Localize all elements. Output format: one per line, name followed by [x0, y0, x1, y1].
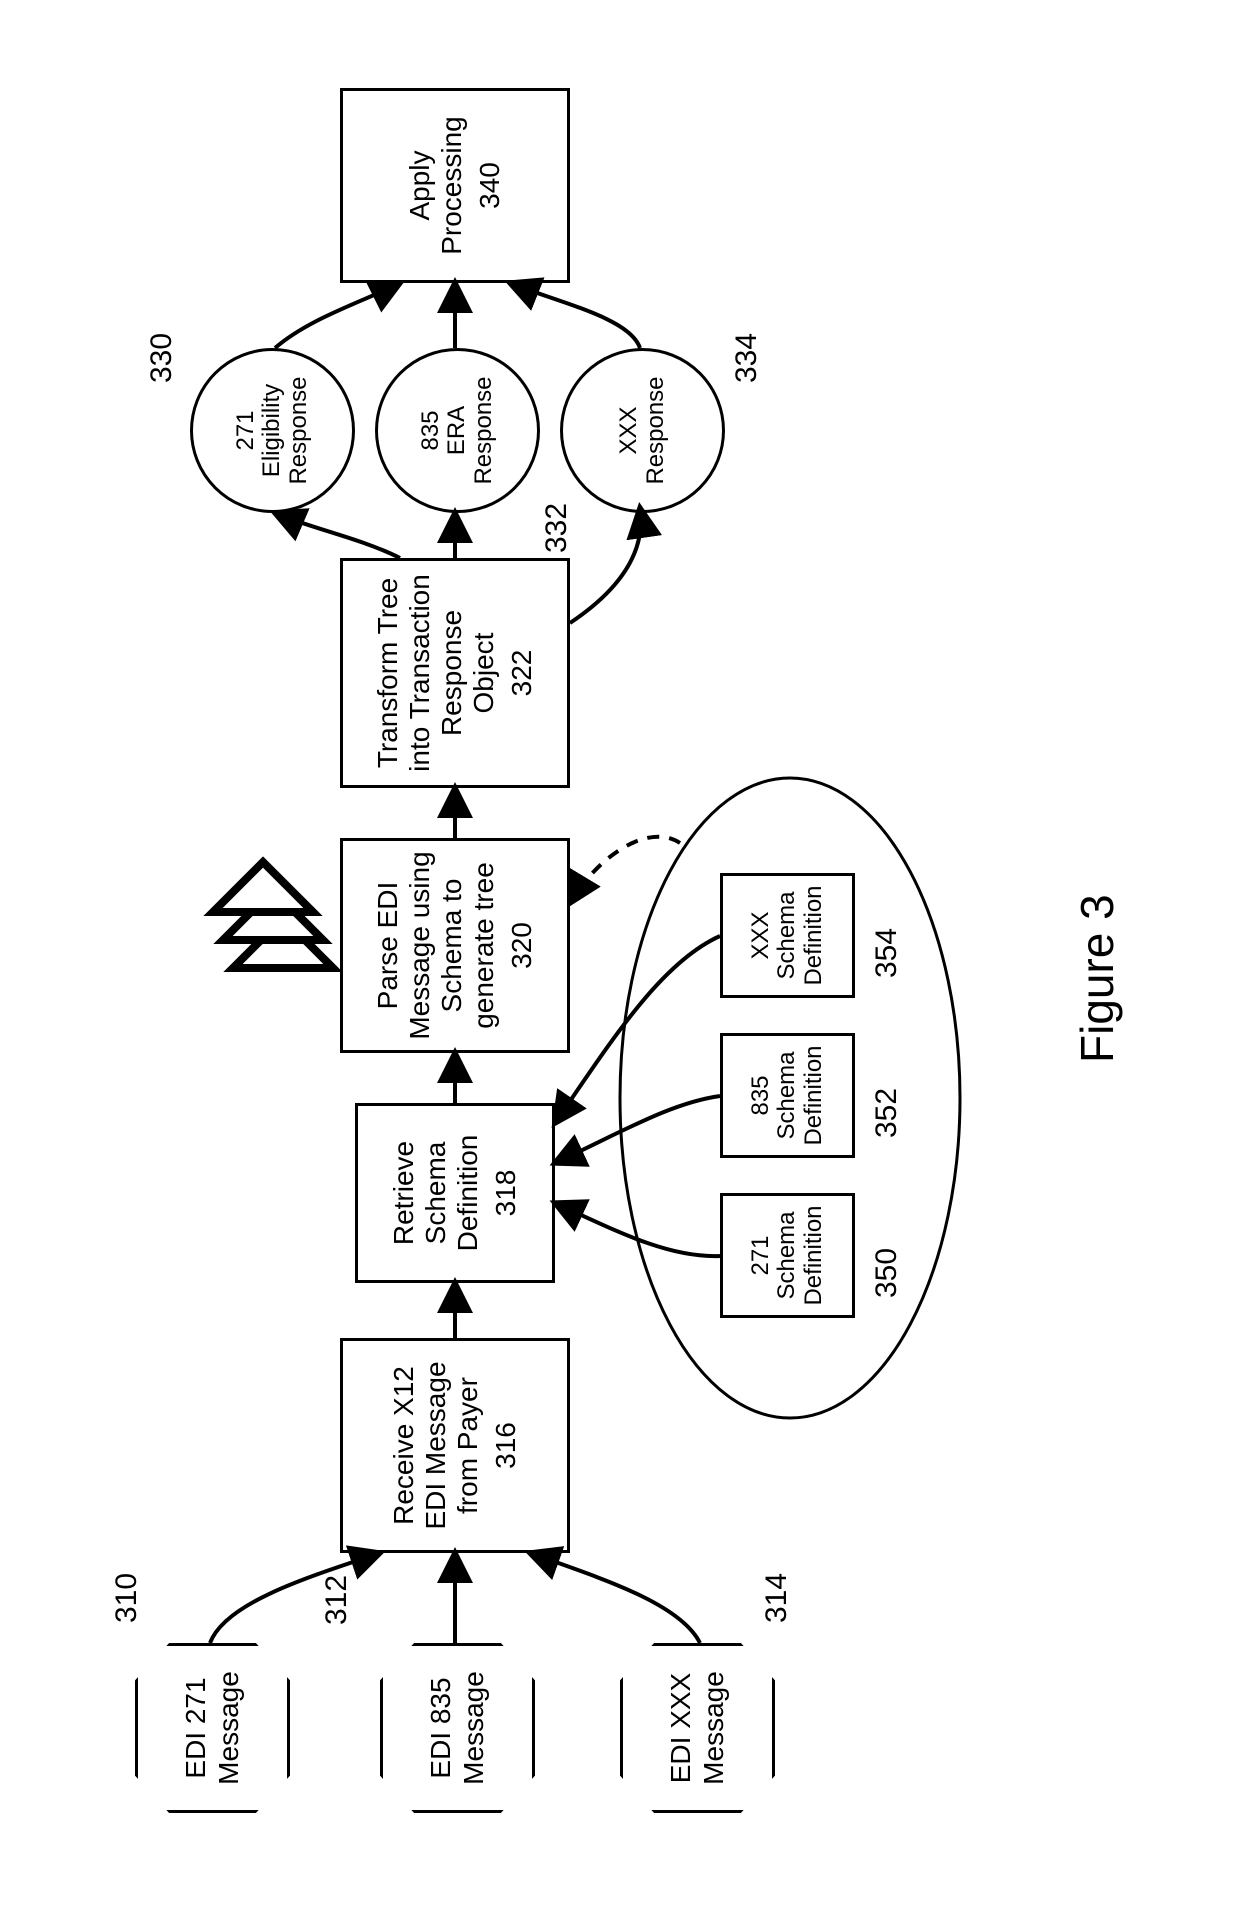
- schema-271: 271 Schema Definition: [720, 1193, 855, 1318]
- ref-310: 310: [110, 1573, 144, 1623]
- edi-271-message: EDI 271 Message: [135, 1643, 290, 1813]
- transform-step: Transform Tree into Transaction Response…: [340, 558, 570, 788]
- ref-350: 350: [870, 1248, 904, 1298]
- text: Message: [213, 1671, 245, 1785]
- text: Schema: [774, 1051, 800, 1139]
- text: Response: [436, 610, 468, 736]
- text: 835: [418, 410, 444, 450]
- text: XXX: [748, 911, 774, 959]
- text: Processing: [436, 116, 468, 255]
- schema-xxx: XXX Schema Definition: [720, 873, 855, 998]
- receive-step: Receive X12 EDI Message from Payer 316: [340, 1338, 570, 1553]
- ref-354: 354: [870, 928, 904, 978]
- parse-step: Parse EDI Message using Schema to genera…: [340, 838, 570, 1053]
- retrieve-step: Retrieve Schema Definition 318: [355, 1103, 555, 1283]
- text: Response: [471, 376, 497, 484]
- text: 835: [748, 1075, 774, 1115]
- ref-312: 312: [320, 1575, 354, 1625]
- text: generate tree: [468, 862, 500, 1029]
- text: Parse EDI: [372, 882, 404, 1010]
- text: Definition: [801, 1205, 827, 1305]
- figure-caption: Figure 3: [1070, 894, 1124, 1063]
- ref: 322: [506, 650, 538, 697]
- text: EDI 835: [425, 1677, 457, 1778]
- text: Receive X12: [388, 1366, 420, 1525]
- ref-330: 330: [145, 333, 179, 383]
- response-271: 271 Eligibility Response: [190, 348, 355, 513]
- text: 271: [748, 1235, 774, 1275]
- text: Response: [643, 376, 669, 484]
- ref-314: 314: [760, 1573, 794, 1623]
- text: Message using: [404, 851, 436, 1039]
- text: Schema: [774, 1211, 800, 1299]
- text: Retrieve: [388, 1141, 420, 1245]
- ref: 316: [490, 1422, 522, 1469]
- text: Message: [698, 1671, 730, 1785]
- ref-352: 352: [870, 1088, 904, 1138]
- ref-334: 334: [730, 333, 764, 383]
- ref: 318: [490, 1170, 522, 1217]
- response-xxx: XXX Response: [560, 348, 725, 513]
- connectors: [0, 0, 1240, 1923]
- apply-step: Apply Processing 340: [340, 88, 570, 283]
- text: into Transaction: [404, 574, 436, 772]
- text: Response: [286, 376, 312, 484]
- text: Transform Tree: [372, 578, 404, 768]
- text: EDI XXX: [665, 1673, 697, 1783]
- text: Schema to: [436, 879, 468, 1013]
- schema-835: 835 Schema Definition: [720, 1033, 855, 1158]
- text: EDI 271: [180, 1677, 212, 1778]
- text: from Payer: [452, 1377, 484, 1514]
- text: Object: [468, 633, 500, 714]
- ref-332: 332: [540, 503, 574, 553]
- text: ERA: [444, 406, 470, 455]
- text: Definition: [801, 1045, 827, 1145]
- text: Schema: [774, 891, 800, 979]
- text: Eligibility: [259, 384, 285, 477]
- text: Apply: [404, 150, 436, 220]
- edi-xxx-message: EDI XXX Message: [620, 1643, 775, 1813]
- response-835: 835 ERA Response: [375, 348, 540, 513]
- text: Definition: [452, 1135, 484, 1252]
- text: Schema: [420, 1142, 452, 1245]
- stacked-arrows-icon: [213, 862, 333, 968]
- ref: 320: [506, 922, 538, 969]
- edi-835-message: EDI 835 Message: [380, 1643, 535, 1813]
- text: EDI Message: [420, 1361, 452, 1529]
- text: XXX: [616, 406, 642, 454]
- text: 271: [233, 410, 259, 450]
- text: Definition: [801, 885, 827, 985]
- ref: 340: [474, 162, 506, 209]
- text: Message: [458, 1671, 490, 1785]
